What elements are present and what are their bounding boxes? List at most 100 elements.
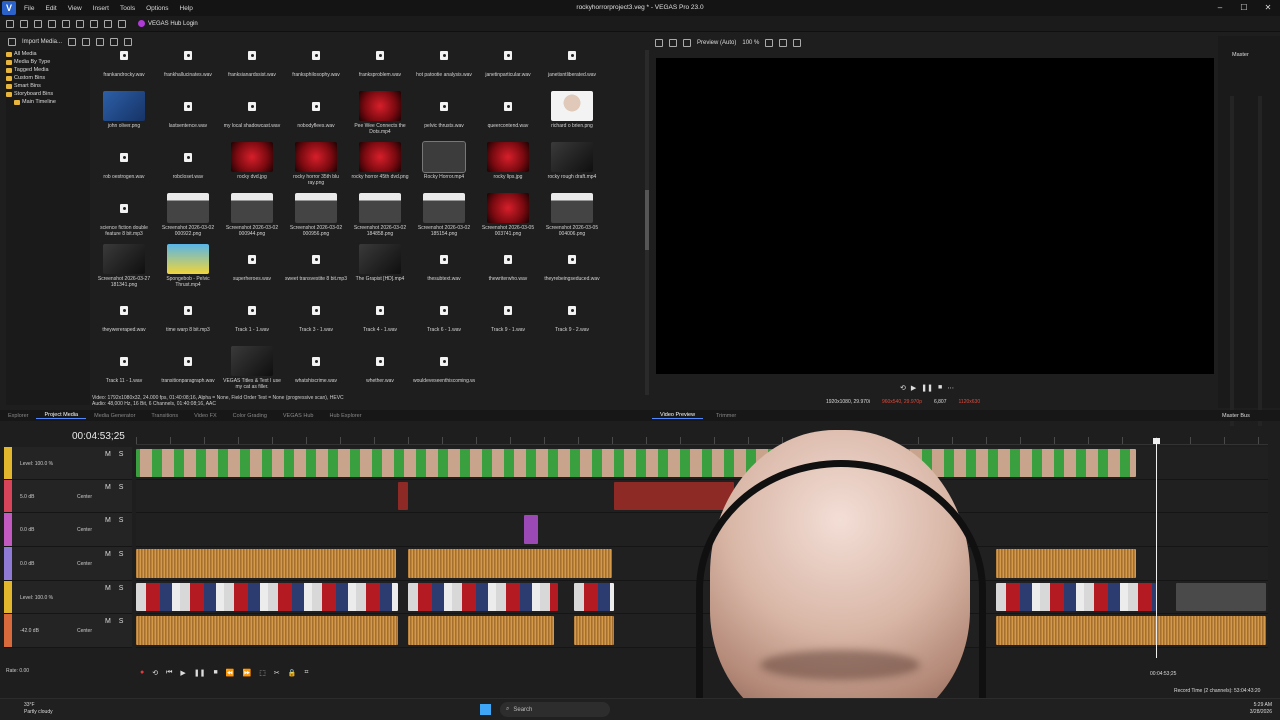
media-item[interactable]: john oliver.png (92, 91, 156, 135)
media-item[interactable]: Screenshot 2026-03-05 003741.png (476, 193, 540, 237)
menu-insert[interactable]: Insert (93, 5, 109, 12)
capture-icon[interactable] (68, 38, 77, 46)
media-item[interactable]: VEGAS Titles & Text I use my cat as fill… (220, 346, 284, 390)
media-item[interactable]: Track 4 - 1.wav (348, 295, 412, 333)
media-item[interactable]: Track 11 - 1.wav (92, 346, 156, 390)
fx-icon[interactable] (683, 39, 691, 47)
media-item[interactable]: queercontend.wav (476, 91, 540, 135)
save-icon[interactable] (34, 19, 42, 28)
media-item[interactable]: Screenshot 2026-03-02 185154.png (412, 193, 476, 237)
menu-edit[interactable]: Edit (45, 5, 56, 12)
media-item[interactable]: hot patootie analysis.wav (412, 48, 476, 78)
media-item[interactable]: thesubtext.wav (412, 244, 476, 288)
media-item[interactable]: thewriterwho.wav (476, 244, 540, 288)
media-item[interactable]: richard o brien.png (540, 91, 604, 135)
pause-icon[interactable]: ❚❚ (921, 384, 933, 392)
stop-icon[interactable]: ■ (938, 384, 942, 392)
lock-icon[interactable]: 🔒 (288, 669, 297, 677)
media-item[interactable]: Screenshot 2026-03-02 184858.png (348, 193, 412, 237)
tree-item-media-by-type[interactable]: Media By Type (6, 58, 90, 66)
weather-widget[interactable]: 33°F Partly cloudy (24, 702, 53, 716)
media-item[interactable]: frankhallucinates.wav (156, 48, 220, 78)
tab-video-preview[interactable]: Video Preview (652, 412, 704, 419)
pause-icon[interactable]: ❚❚ (194, 669, 206, 677)
split-screen-icon[interactable] (669, 39, 677, 47)
media-fx-icon[interactable] (96, 38, 105, 46)
track-header-video-1[interactable]: M S Level: 100.0 % (4, 447, 132, 480)
tab-project-media[interactable]: Project Media (36, 412, 87, 419)
properties-icon[interactable] (48, 19, 56, 28)
maximize-button[interactable]: ☐ (1232, 0, 1256, 16)
snapping-icon[interactable]: ⌗ (304, 669, 308, 677)
loop-icon[interactable]: ⟲ (900, 384, 906, 392)
tree-item-custom-bins[interactable]: Custom Bins (6, 74, 90, 82)
track-pan[interactable]: Center (77, 527, 92, 533)
audio-clip[interactable] (398, 482, 408, 510)
media-item[interactable]: frankandrocky.wav (92, 48, 156, 78)
cut-icon[interactable] (90, 19, 98, 28)
media-scrollbar[interactable] (645, 50, 649, 395)
media-item[interactable]: rocky horror 35th blu ray.png (284, 142, 348, 186)
tab-hub-explorer[interactable]: Hub Explorer (321, 413, 369, 419)
media-item[interactable]: rob oestrogen.wav (92, 142, 156, 186)
mute-solo-buttons[interactable]: M S (105, 551, 126, 558)
media-item[interactable]: sweet transvestite 8 bit.mp3 (284, 244, 348, 288)
mute-solo-buttons[interactable]: M S (105, 618, 126, 625)
playhead-cursor[interactable] (1153, 438, 1160, 658)
audio-clip[interactable] (408, 616, 554, 645)
media-item[interactable]: Rocky Horror.mp4 (412, 141, 476, 186)
media-item[interactable]: franksproblem.wav (348, 48, 412, 78)
audio-clip[interactable] (136, 549, 396, 578)
tab-master-bus[interactable]: Master Bus (1214, 413, 1258, 419)
play-from-start-icon[interactable]: ⏮ (166, 669, 172, 677)
close-button[interactable]: ✕ (1256, 0, 1280, 16)
tab-vegas-hub[interactable]: VEGAS Hub (275, 413, 322, 419)
preview-settings-icon[interactable] (655, 39, 663, 47)
tree-item-tagged-media[interactable]: Tagged Media (6, 66, 90, 74)
import-media-button[interactable]: Import Media... (22, 39, 62, 45)
media-item[interactable]: Track 3 - 1.wav (284, 295, 348, 333)
media-item[interactable]: theywereraped.wav (92, 295, 156, 333)
grid-icon[interactable] (765, 39, 774, 47)
tab-trimmer[interactable]: Trimmer (708, 413, 744, 419)
media-item[interactable]: Spongebob - Pelvic Thrust.mp4 (156, 244, 220, 288)
play-icon[interactable]: ▶ (180, 669, 185, 677)
media-item[interactable]: theyrebeingseduced.wav (540, 244, 604, 288)
remove-media-icon[interactable] (82, 38, 91, 46)
undo-icon[interactable] (104, 19, 112, 28)
stop-icon[interactable]: ■ (214, 669, 218, 677)
track-pan[interactable]: Center (77, 561, 92, 567)
track-header-video-2[interactable]: M S Level: 100.0 % (4, 581, 132, 614)
tab-video-fx[interactable]: Video FX (186, 413, 225, 419)
preview-quality-dropdown[interactable]: Preview (Auto) (697, 40, 736, 46)
track-volume[interactable]: 5.0 dB (20, 494, 34, 500)
mute-solo-buttons[interactable]: M S (105, 585, 126, 592)
tree-item-storyboard-bins[interactable]: Storyboard Bins (6, 90, 90, 98)
media-item[interactable]: Pee Wee Connects the Dots.mp4 (348, 91, 412, 135)
menu-options[interactable]: Options (146, 5, 168, 12)
audio-clip[interactable] (996, 616, 1266, 645)
settings-icon[interactable] (62, 19, 70, 28)
menu-help[interactable]: Help (180, 5, 193, 12)
windows-start-icon[interactable] (480, 704, 491, 715)
track-volume[interactable]: 0.0 dB (20, 527, 34, 533)
tab-explorer[interactable]: Explorer (0, 413, 36, 419)
menu-tools[interactable]: Tools (120, 5, 135, 12)
track-pan[interactable]: Center (77, 494, 92, 500)
video-clip[interactable] (408, 583, 558, 611)
preview-zoom-dropdown[interactable]: 100 % (742, 40, 759, 46)
media-item[interactable]: rocky horror 45th dvd.png (348, 142, 412, 186)
media-item[interactable]: janetinparticular.wav (476, 48, 540, 78)
audio-clip[interactable] (524, 515, 538, 544)
play-icon[interactable]: ▶ (911, 384, 916, 392)
media-item[interactable]: rocky dvd.jpg (220, 142, 284, 186)
media-item[interactable]: Screenshot 2026-03-02 000944.png (220, 193, 284, 237)
media-item[interactable]: whether.wav (348, 346, 412, 390)
playback-rate[interactable]: Rate: 0.00 (6, 668, 29, 674)
media-item[interactable]: wouldeveseenthiscoming.wav (412, 346, 476, 390)
media-item[interactable]: transitionparagraph.wav (156, 346, 220, 390)
system-clock[interactable]: 5:29 AM 3/28/2026 (1250, 702, 1272, 716)
track-level[interactable]: Level: 100.0 % (20, 461, 53, 467)
media-item[interactable]: Track 9 - 1.wav (476, 295, 540, 333)
go-to-start-icon[interactable]: ⏪ (226, 669, 235, 677)
